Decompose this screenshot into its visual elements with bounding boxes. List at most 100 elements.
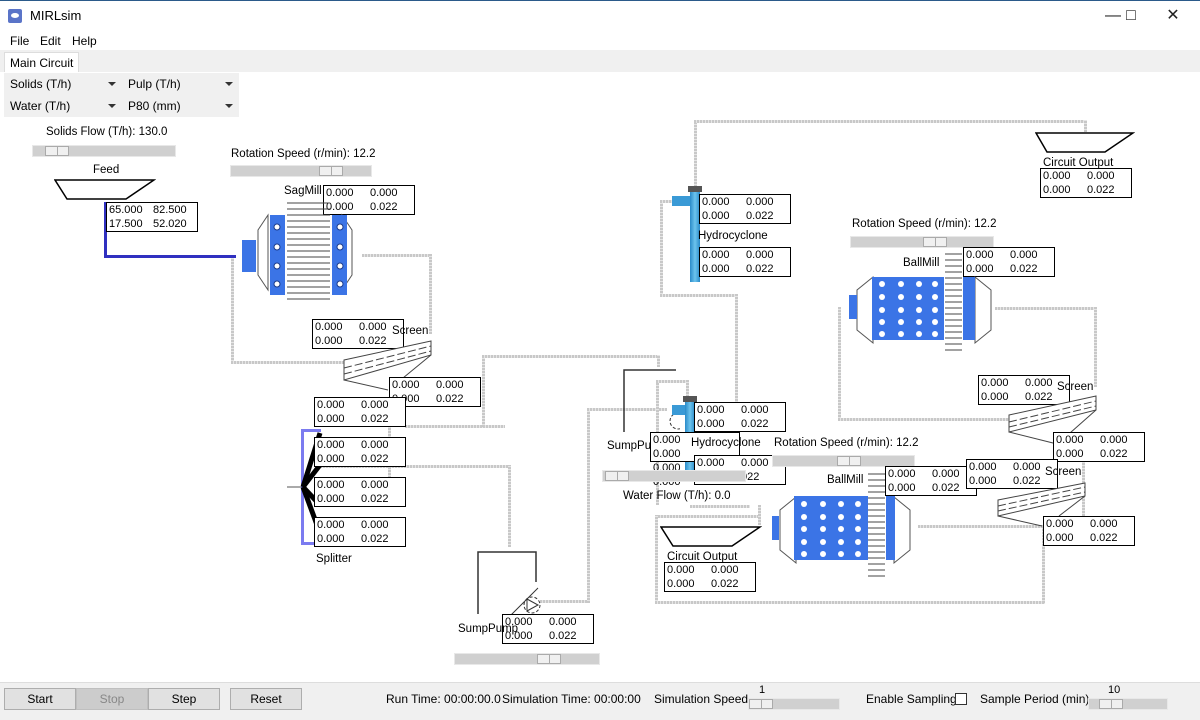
slider-thumb[interactable] [923, 237, 947, 247]
splitter-values-2: 0.000 0.000 0.000 0.022 [314, 437, 406, 467]
screen1-label: Screen [392, 325, 429, 337]
feed-label: Feed [93, 164, 120, 176]
pipe [655, 515, 760, 518]
water-flow-label: Water Flow (T/h): 0.0 [623, 490, 731, 502]
simulation-speed-value: 1 [759, 684, 766, 696]
splitter-values-1: 0.000 0.000 0.000 0.022 [314, 397, 406, 427]
app-icon [8, 9, 22, 23]
stop-button[interactable]: Stop [76, 688, 148, 710]
slider-thumb[interactable] [605, 471, 629, 481]
slider-thumb[interactable] [837, 456, 861, 466]
pipe [482, 355, 485, 427]
dropdown-value: Solids (T/h) [10, 77, 72, 91]
title-bar [0, 0, 1200, 32]
screen3-label: Screen [1045, 466, 1082, 478]
pipe [838, 418, 1013, 421]
sumppump1-slider[interactable] [454, 653, 600, 665]
screen3-values-bottom: 0.000 0.000 0.000 0.022 [1043, 516, 1135, 546]
pipe [405, 425, 505, 428]
hydrocyclone-mid-label: Hydrocyclone [691, 437, 761, 449]
pipe [587, 408, 590, 603]
hydrocyclone-top-values-bottom: 0.000 0.000 0.000 0.022 [699, 247, 791, 277]
ballmill-bottom-slider-label: Rotation Speed (r/min): 12.2 [774, 437, 919, 449]
sample-period-value: 10 [1108, 684, 1121, 696]
pipe [362, 254, 432, 257]
hydrocyclone-top-inlet [672, 196, 690, 206]
chevron-down-icon [225, 104, 233, 108]
feed-slider-label: Solids Flow (T/h): 130.0 [46, 126, 168, 138]
simulation-time: Simulation Time: 00:00:00 [502, 692, 641, 706]
hydrocyclone-top-label: Hydrocyclone [698, 230, 768, 242]
pipe [758, 505, 761, 525]
maximize-icon: □ [1126, 7, 1136, 24]
splitter-values-3: 0.000 0.000 0.000 0.022 [314, 477, 406, 507]
pipe [1094, 307, 1097, 387]
tab-main-circuit[interactable]: Main Circuit [4, 52, 80, 72]
sample-period-slider[interactable] [1088, 698, 1168, 710]
window-title: MIRLsim [30, 8, 82, 23]
chevron-down-icon [108, 82, 116, 86]
splitter-label: Splitter [316, 553, 352, 565]
circuit-output-bottom-values: 0.000 0.000 0.000 0.022 [664, 562, 756, 592]
pipe [995, 307, 1097, 310]
sample-period-label: Sample Period (min) [980, 692, 1090, 706]
simulation-speed-label: Simulation Speed [654, 692, 749, 706]
dropdown-bottom-right[interactable]: P80 (mm) [122, 95, 239, 117]
sagmill-slider-label: Rotation Speed (r/min): 12.2 [231, 148, 376, 160]
pipe [694, 120, 1086, 123]
slider-thumb[interactable] [45, 146, 69, 156]
screen2-label: Screen [1057, 381, 1094, 393]
slider-thumb[interactable] [749, 699, 773, 709]
simulation-speed-slider[interactable] [748, 698, 840, 710]
dropdown-value: Water (T/h) [10, 99, 71, 113]
enable-sampling-checkbox[interactable] [955, 693, 967, 705]
slider-thumb[interactable] [537, 654, 561, 664]
feed-pipe [104, 255, 236, 258]
hydrocyclone-mid-values-top: 0.000 0.000 0.000 0.022 [694, 402, 786, 432]
hydrocyclone-top-cap [688, 186, 702, 192]
step-button[interactable]: Step [148, 688, 220, 710]
menu-file[interactable]: File [10, 34, 29, 48]
menu-edit[interactable]: Edit [40, 34, 61, 48]
run-time: Run Time: 00:00:00.0 [386, 692, 501, 706]
circuit-output-top-icon [1035, 132, 1135, 153]
maximize-button-icon-wrap[interactable]: □ [1108, 4, 1154, 28]
solids-flow-slider[interactable] [32, 145, 176, 157]
pipe [231, 258, 234, 363]
sumppump1-icon [477, 551, 541, 617]
close-button[interactable]: ✕ [1150, 4, 1196, 28]
tab-strip [0, 50, 1200, 72]
circuit-output-bottom-icon [660, 526, 762, 547]
feed-hopper-icon [54, 179, 156, 200]
ballmill-top-icon [849, 253, 992, 351]
menu-help[interactable]: Help [72, 34, 97, 48]
dropdown-top-left[interactable]: Solids (T/h) [4, 73, 122, 95]
ballmill-top-slider-label: Rotation Speed (r/min): 12.2 [852, 218, 997, 230]
dropdown-top-right[interactable]: Pulp (T/h) [122, 73, 239, 95]
pipe [429, 254, 432, 334]
pipe [735, 294, 738, 404]
ballmill-bottom-icon [772, 473, 911, 577]
pipe [508, 465, 511, 547]
hydrocyclone-top-values-top: 0.000 0.000 0.000 0.022 [699, 194, 791, 224]
slider-thumb[interactable] [1099, 699, 1123, 709]
pipe [838, 307, 841, 420]
pipe [660, 200, 663, 296]
dropdown-bottom-left[interactable]: Water (T/h) [4, 95, 122, 117]
water-flow-slider[interactable] [602, 470, 746, 482]
pipe [1084, 120, 1087, 132]
pipe [482, 355, 660, 358]
pipe [660, 294, 738, 297]
dropdown-value: Pulp (T/h) [128, 77, 181, 91]
reset-button[interactable]: Reset [230, 688, 302, 710]
sumppump1-label: SumpPump [458, 623, 519, 635]
pipe [694, 120, 697, 190]
dropdown-value: P80 (mm) [128, 99, 181, 113]
display-options-panel: Solids (T/h) Pulp (T/h) Water (T/h) P80 … [4, 73, 239, 117]
start-button[interactable]: Start [4, 688, 76, 710]
enable-sampling-label: Enable Sampling [866, 692, 957, 706]
sagmill-rotation-slider[interactable] [230, 165, 372, 177]
circuit-output-top-values: 0.000 0.000 0.000 0.022 [1040, 168, 1132, 198]
slider-thumb[interactable] [319, 166, 343, 176]
pipe [231, 361, 346, 364]
